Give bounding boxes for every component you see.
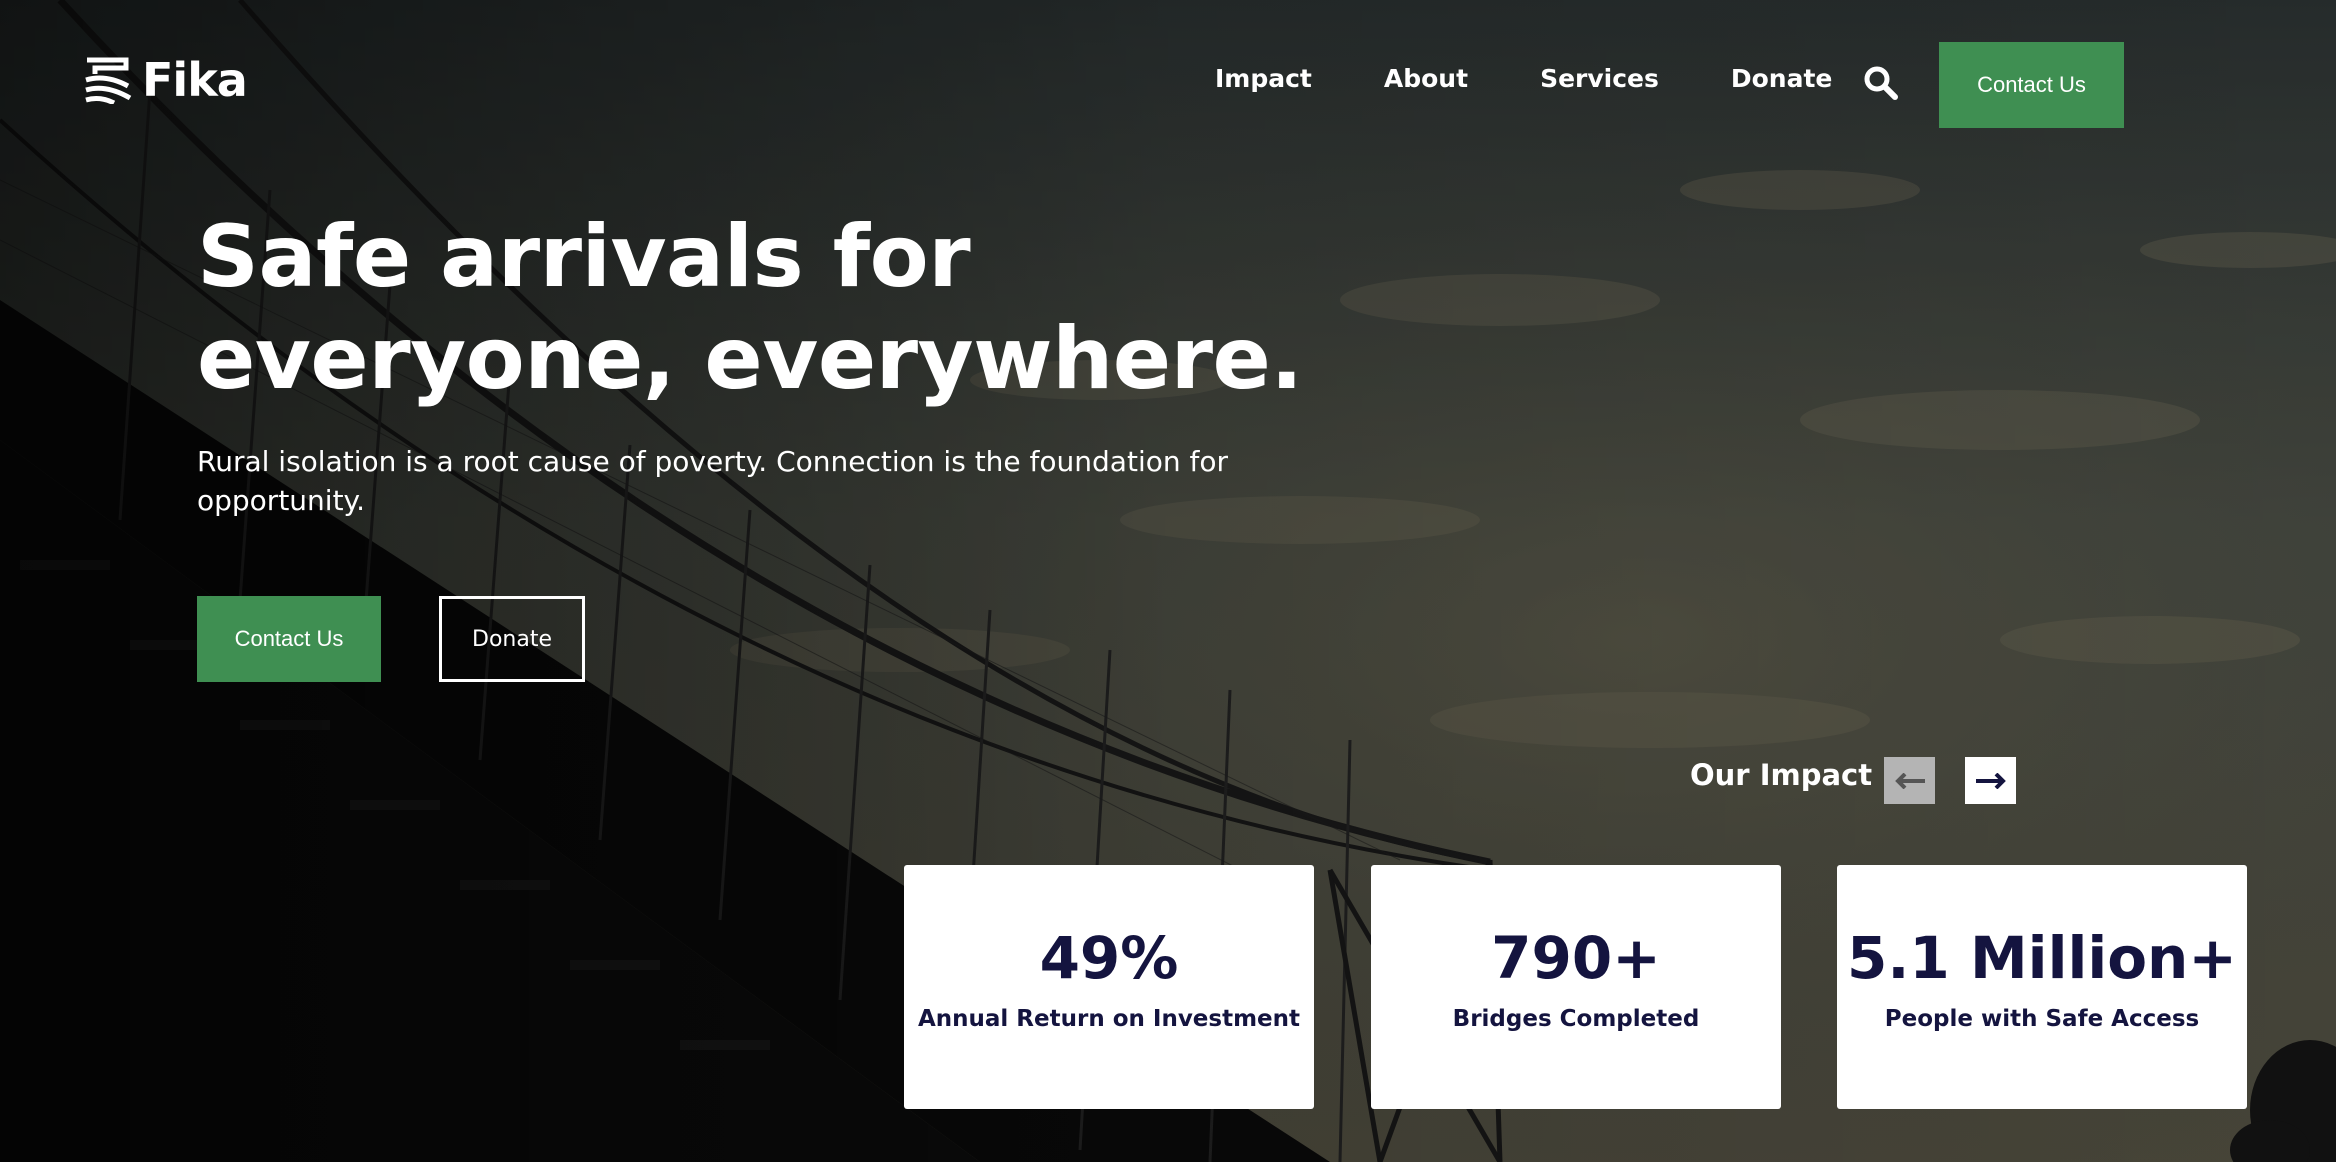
arrow-right-icon xyxy=(1975,772,2006,789)
stat-value: 49% xyxy=(1039,924,1179,992)
site-header: Fika Impact About Services Donate Contac… xyxy=(0,0,2336,170)
search-icon xyxy=(1864,66,1898,100)
stat-value: 5.1 Million+ xyxy=(1847,924,2237,992)
impact-heading: Our Impact xyxy=(1690,758,1873,792)
hero-donate-button[interactable]: Donate xyxy=(439,596,585,682)
stat-label: People with Safe Access xyxy=(1884,1006,2200,1032)
hero-subtitle: Rural isolation is a root cause of pover… xyxy=(197,445,1228,517)
stat-card-people: 5.1 Million+ People with Safe Access xyxy=(1837,865,2247,1109)
stat-card-bridges: 790+ Bridges Completed xyxy=(1371,865,1781,1109)
nav-item-about[interactable]: About xyxy=(1384,66,1468,91)
header-contact-button[interactable]: Contact Us xyxy=(1939,42,2124,128)
hero-title: Safe arrivals for everyone, everywhere. xyxy=(197,207,1303,409)
main-nav: Impact About Services Donate xyxy=(1215,66,1832,91)
stat-value: 790+ xyxy=(1491,924,1661,992)
logo-wordmark: Fika xyxy=(142,53,248,107)
arrow-left-icon xyxy=(1894,772,1925,789)
nav-item-impact[interactable]: Impact xyxy=(1215,66,1312,91)
impact-next-button[interactable] xyxy=(1965,757,2016,804)
fika-logo-icon xyxy=(85,57,132,104)
logo[interactable]: Fika xyxy=(84,53,248,107)
search-button[interactable] xyxy=(1864,66,1898,100)
nav-item-donate[interactable]: Donate xyxy=(1731,66,1833,91)
hero-contact-button[interactable]: Contact Us xyxy=(197,596,381,682)
stat-label: Bridges Completed xyxy=(1452,1006,1700,1032)
nav-item-services[interactable]: Services xyxy=(1540,66,1659,91)
stat-card-roi: 49% Annual Return on Investment xyxy=(904,865,1314,1109)
impact-prev-button[interactable] xyxy=(1884,757,1935,804)
stat-label: Annual Return on Investment xyxy=(917,1006,1301,1032)
